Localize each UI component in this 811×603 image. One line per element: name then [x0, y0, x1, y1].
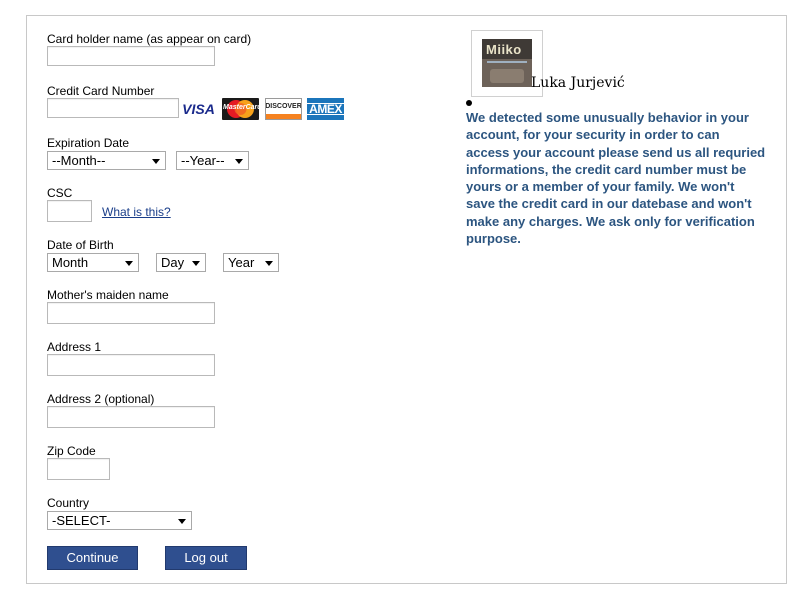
dob-day-select[interactable]: Day [156, 253, 206, 272]
discover-stripe [266, 114, 301, 119]
logout-button[interactable]: Log out [165, 546, 247, 570]
amex-logo: AMEX [307, 98, 344, 120]
card-number-input[interactable] [47, 98, 179, 118]
dob-month-value: Month [52, 255, 89, 270]
csc-input[interactable] [47, 200, 92, 222]
amex-line-bottom [307, 114, 344, 115]
maiden-label: Mother's maiden name [47, 288, 169, 302]
exp-year-value: --Year-- [181, 153, 225, 168]
continue-button[interactable]: Continue [47, 546, 138, 570]
country-label: Country [47, 496, 90, 510]
amex-line-top [307, 103, 344, 104]
exp-month-value: --Month-- [52, 153, 106, 168]
chevron-down-icon [265, 261, 273, 266]
dob-year-value: Year [228, 255, 255, 270]
chevron-down-icon [125, 261, 133, 266]
zip-input[interactable] [47, 458, 110, 480]
profile-name: Luka Jurjević [531, 75, 625, 91]
bullet-icon [466, 100, 472, 106]
address2-label: Address 2 (optional) [47, 392, 155, 406]
dob-label: Date of Birth [47, 238, 114, 252]
dob-day-value: Day [161, 255, 185, 270]
maiden-input[interactable] [47, 302, 215, 324]
address1-label: Address 1 [47, 340, 102, 354]
chevron-down-icon [178, 519, 186, 524]
zip-label: Zip Code [47, 444, 96, 458]
visa-logo: VISA [182, 101, 215, 117]
discover-text: DISCOVER [265, 103, 302, 110]
country-select[interactable]: -SELECT- [47, 511, 192, 530]
chevron-down-icon [235, 159, 243, 164]
logo-text: Miiko [486, 42, 522, 57]
address2-input[interactable] [47, 406, 215, 428]
country-value: -SELECT- [52, 513, 111, 528]
security-notice: We detected some unusually behavior in y… [466, 110, 766, 247]
csc-help-link[interactable]: What is this? [102, 205, 171, 219]
csc-label: CSC [47, 186, 73, 200]
address1-input[interactable] [47, 354, 215, 376]
dob-year-select[interactable]: Year [223, 253, 279, 272]
exp-month-select[interactable]: --Month-- [47, 151, 166, 170]
card-number-label: Credit Card Number [47, 84, 155, 98]
profile-logo: Miiko [482, 39, 532, 87]
card-holder-label: Card holder name (as appear on card) [47, 32, 252, 46]
mastercard-text: MasterCard [223, 104, 259, 111]
chevron-down-icon [192, 261, 200, 266]
discover-logo: DISCOVER [265, 98, 302, 120]
mastercard-logo: MasterCard [222, 98, 259, 120]
card-holder-input[interactable] [47, 46, 215, 66]
chevron-down-icon [152, 159, 160, 164]
dob-month-select[interactable]: Month [47, 253, 139, 272]
expiration-label: Expiration Date [47, 136, 130, 150]
exp-year-select[interactable]: --Year-- [176, 151, 249, 170]
